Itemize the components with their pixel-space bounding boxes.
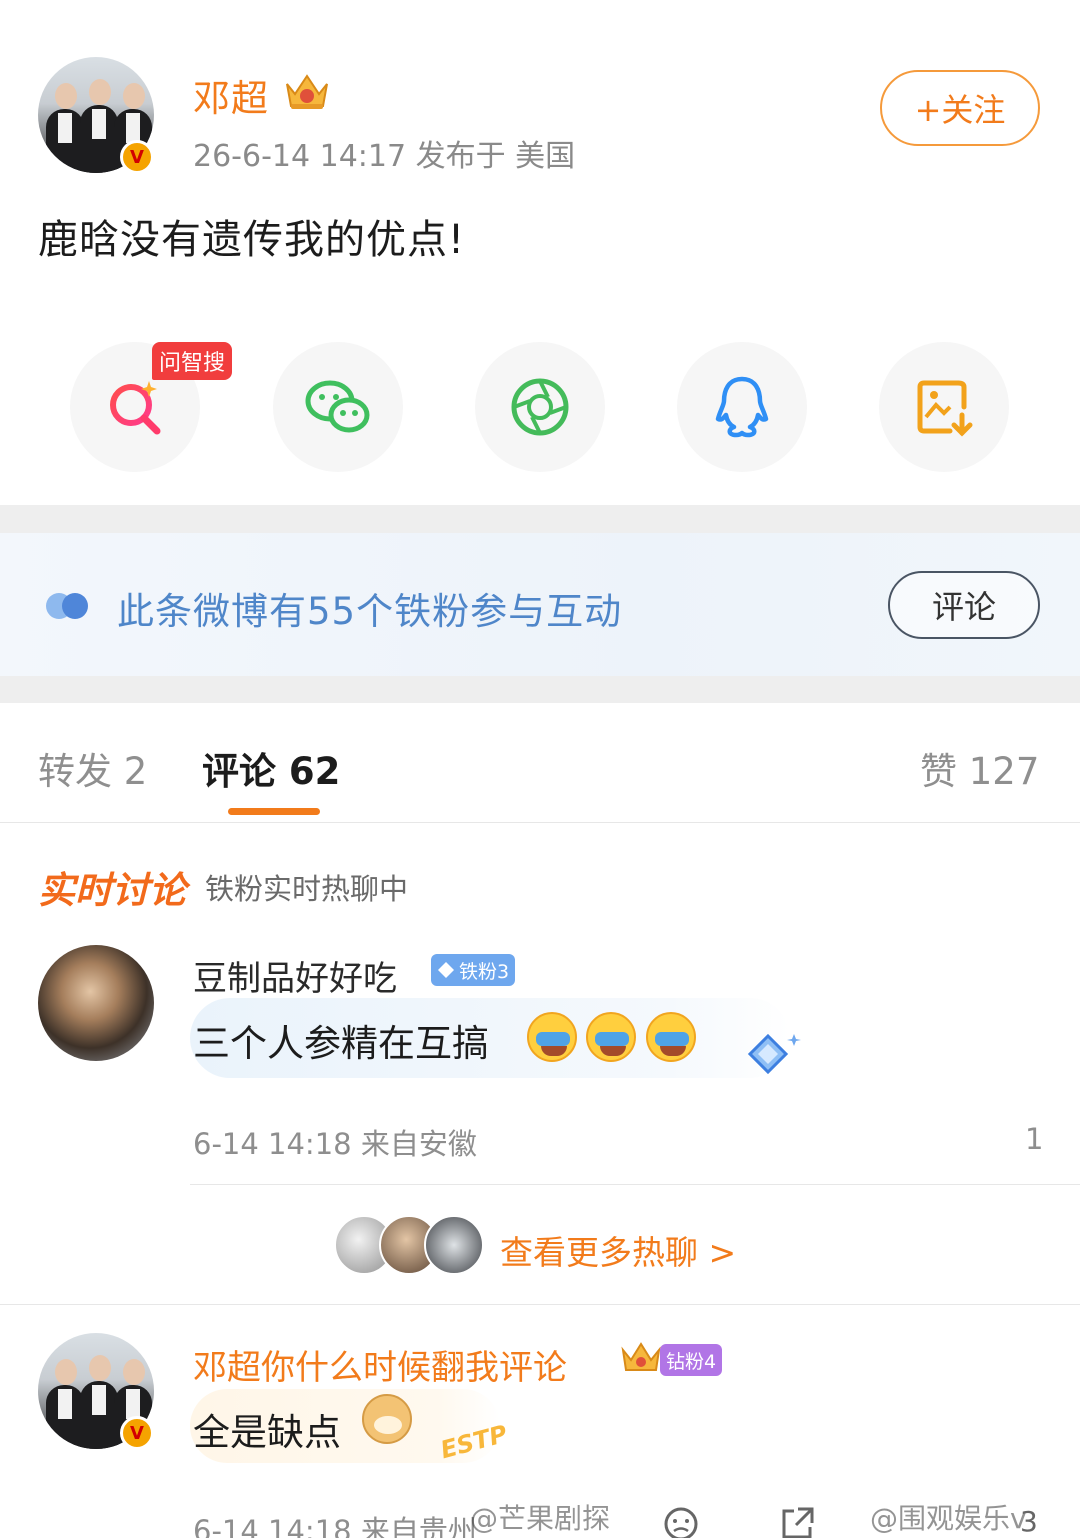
tab-repost[interactable]: 转发 2 [38,741,147,795]
hot-chat-avatars [334,1215,484,1277]
fan-level-badge: 钻粉4 [660,1344,723,1376]
verified-v-icon: V [120,140,154,174]
laugh-cry-emoji-icon [527,1012,577,1062]
bottom-bar: @芒果剧探 @围观娱乐v 3 [0,1495,1080,1538]
comment-username[interactable]: 邓超你什么时候翻我评论 [193,1340,567,1389]
share-icon[interactable] [778,1505,816,1538]
ai-search-icon [110,381,161,435]
commenter-avatar[interactable] [38,945,154,1061]
fans-banner: 此条微博有55个铁粉参与互动 评论 [0,533,1080,676]
verified-v-icon: V [120,1416,154,1450]
section-divider [0,505,1080,533]
comment-text: 全是缺点 [193,1411,341,1454]
fan-level-badge: 铁粉3 [431,954,516,986]
post-meta: 26-6-14 14:17 发布于 美国 [193,139,576,174]
moments-icon [511,378,569,436]
save-image-button[interactable] [879,342,1009,472]
fans-text: 此条微博有55个铁粉参与互动 [117,590,623,633]
wechat-button[interactable] [273,342,403,472]
comment-username[interactable]: 豆制品好好吃 [193,951,397,1000]
follow-button[interactable]: +关注 [880,70,1040,146]
laugh-cry-emoji-icon [586,1012,636,1062]
save-image-icon [917,380,973,437]
fans-bubble-icon [46,593,88,619]
comment-like-count[interactable]: 1 [1025,1122,1043,1156]
crown-icon [621,1342,661,1371]
post-text: 鹿晗没有遗传我的优点! [38,217,466,263]
tab-comments[interactable]: 评论 62 [202,741,340,795]
live-discussion-title: 实时讨论 [38,869,186,912]
post-header: V 邓超 26-6-14 14:17 发布于 美国 +关注 [0,0,1080,190]
live-discussion-subtitle: 铁粉实时热聊中 [205,872,409,906]
crown-icon [286,74,328,109]
divider [0,1304,1080,1305]
comment-meta: 6-14 14:18 来自安徽 [193,1127,477,1161]
qq-icon [715,376,769,438]
mini-avatar [424,1215,484,1275]
comment-button[interactable]: 评论 [888,571,1040,639]
diamond-icon [438,962,454,978]
doge-emoji-icon [362,1394,412,1444]
laugh-cry-emoji-icon [646,1012,696,1062]
ai-search-tag: 问智搜 [152,342,233,380]
tab-active-indicator [228,808,320,815]
tab-bar: 转发 2 评论 62 赞 127 [0,703,1080,823]
view-more-hot-chats-link[interactable]: 查看更多热聊 > [500,1226,736,1274]
emoji-react-icon[interactable] [662,1505,700,1538]
diamond-sparkle-icon [747,1033,801,1075]
like-count[interactable]: 3 [1020,1505,1038,1538]
watermark: @围观娱乐v [870,1502,1027,1535]
divider [190,1184,1080,1185]
comment-text: 三个人参精在互搞 [193,1022,489,1065]
moments-button[interactable] [475,342,605,472]
wechat-icon [305,380,370,433]
qq-button[interactable] [677,342,807,472]
watermark: @芒果剧探 [470,1502,611,1535]
section-divider [0,676,1080,703]
tab-likes[interactable]: 赞 127 [920,741,1039,795]
share-row: 问智搜 [0,330,1080,480]
author-name[interactable]: 邓超 [193,68,269,122]
